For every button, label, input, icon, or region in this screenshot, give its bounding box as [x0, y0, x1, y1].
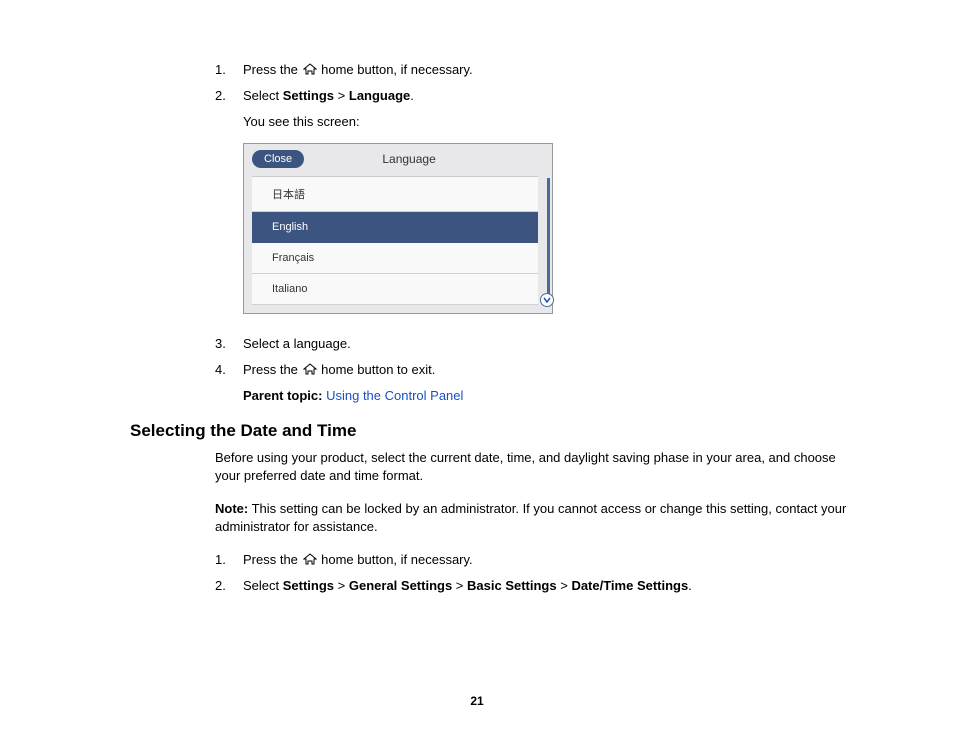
step-text-pre: Select: [243, 88, 283, 103]
step-number: 4.: [215, 360, 226, 380]
language-list: 日本語EnglishFrançaisItaliano: [252, 176, 538, 305]
step-subtext: You see this screen:: [243, 112, 854, 132]
step-text-post: home button, if necessary.: [318, 552, 473, 567]
language-option[interactable]: Français: [252, 243, 538, 274]
parent-topic-label: Parent topic:: [243, 388, 322, 403]
home-icon: [303, 551, 317, 571]
step-1b: 1. Press the home button, if necessary.: [215, 550, 854, 570]
note-label: Note:: [215, 501, 248, 516]
step-number: 2.: [215, 86, 226, 106]
settings-bold: Settings: [283, 88, 334, 103]
step-3: 3. Select a language.: [215, 334, 854, 354]
step-4: 4. Press the home button to exit.: [215, 360, 854, 380]
step-number: 3.: [215, 334, 226, 354]
steps-list-1b: 3. Select a language. 4. Press the home …: [215, 334, 854, 380]
step-text-pre: Press the: [243, 362, 302, 377]
chevron-down-icon: [543, 296, 551, 304]
language-bold: Language: [349, 88, 410, 103]
note-paragraph: Note: This setting can be locked by an a…: [215, 500, 854, 536]
step-text-post: home button, if necessary.: [318, 62, 473, 77]
note-text: This setting can be locked by an adminis…: [215, 501, 846, 534]
language-list-wrap: 日本語EnglishFrançaisItaliano: [252, 176, 544, 305]
language-option[interactable]: Italiano: [252, 274, 538, 305]
close-button[interactable]: Close: [252, 150, 304, 168]
step-text-pre: Press the: [243, 552, 302, 567]
step-text-post: home button to exit.: [318, 362, 436, 377]
screenshot-title: Language: [304, 152, 544, 166]
parent-topic: Parent topic: Using the Control Panel: [243, 388, 854, 403]
page-number: 21: [0, 694, 954, 708]
parent-topic-link[interactable]: Using the Control Panel: [326, 388, 463, 403]
scroll-down-button[interactable]: [540, 293, 554, 307]
language-option[interactable]: English: [252, 212, 538, 243]
step-number: 2.: [215, 576, 226, 596]
step-2b: 2. Select Settings > General Settings > …: [215, 576, 854, 596]
step-2: 2. Select Settings > Language. You see t…: [215, 86, 854, 131]
steps-list-1: 1. Press the home button, if necessary. …: [215, 60, 854, 131]
step-number: 1.: [215, 550, 226, 570]
home-icon: [303, 361, 317, 381]
step-1: 1. Press the home button, if necessary.: [215, 60, 854, 80]
screenshot-header: Close Language: [252, 150, 544, 168]
section-heading: Selecting the Date and Time: [130, 421, 854, 441]
page-content: 1. Press the home button, if necessary. …: [215, 60, 854, 596]
steps-list-2: 1. Press the home button, if necessary. …: [215, 550, 854, 596]
home-icon: [303, 61, 317, 81]
step-text-pre: Select: [243, 578, 283, 593]
scrollbar[interactable]: [547, 178, 550, 303]
step-text-pre: Press the: [243, 62, 302, 77]
language-screenshot: Close Language 日本語EnglishFrançaisItalian…: [243, 143, 553, 314]
language-option[interactable]: 日本語: [252, 177, 538, 212]
step-text: Select a language.: [243, 336, 351, 351]
step-number: 1.: [215, 60, 226, 80]
intro-paragraph: Before using your product, select the cu…: [215, 449, 854, 485]
